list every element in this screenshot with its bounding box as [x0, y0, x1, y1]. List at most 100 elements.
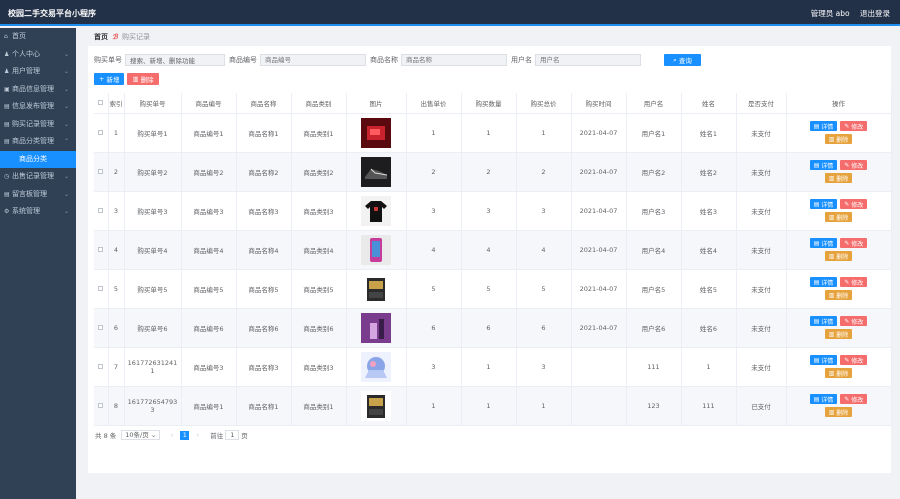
sidebar-item-8[interactable]: ◷ 出售记录管理 ⌄	[0, 168, 76, 186]
cell-time: 2021-04-07	[571, 113, 627, 153]
row-delete-button[interactable]: ▥ 删除	[824, 134, 853, 144]
breadcrumb-home[interactable]: 首页	[94, 33, 108, 41]
product-name-input[interactable]	[401, 54, 507, 66]
next-page-button[interactable]: ›	[193, 431, 202, 440]
cell-index: 3	[108, 191, 125, 231]
row-checkbox-cell	[94, 308, 109, 348]
goto-page-input[interactable]: 1	[225, 430, 240, 440]
cell-name: 商品名称3	[236, 347, 292, 387]
row-checkbox[interactable]	[98, 207, 104, 213]
column-header-6: 图片	[346, 93, 407, 114]
cell-code: 商品编号2	[181, 152, 237, 192]
detail-button[interactable]: ▤ 详情	[809, 160, 838, 170]
cell-qty: 5	[461, 269, 517, 309]
table-row: 8 1617726547933 商品编号1 商品名称1 商品类别1 1 1 1 123 111 已支…	[94, 386, 892, 426]
cell-operations: ▤ 详情 ✎ 修改 ▥ 删除	[786, 347, 892, 387]
page-size-select[interactable]: 10条/页 ⌄	[121, 430, 161, 440]
prev-page-button[interactable]: ‹	[167, 431, 176, 440]
sidebar-item-1[interactable]: ♟ 个人中心 ⌄	[0, 46, 76, 64]
product-code-input[interactable]	[260, 54, 366, 66]
column-header-8: 购买数量	[461, 93, 517, 114]
edit-button[interactable]: ✎ 修改	[840, 394, 868, 404]
sidebar-item-3[interactable]: ▣ 商品信息管理 ⌄	[0, 81, 76, 99]
sidebar-item-5[interactable]: ▤ 购买记录管理 ⌄	[0, 116, 76, 134]
row-delete-button[interactable]: ▥ 删除	[824, 173, 853, 183]
row-checkbox[interactable]	[98, 324, 104, 330]
detail-button[interactable]: ▤ 详情	[809, 121, 838, 131]
edit-button[interactable]: ✎ 修改	[840, 238, 868, 248]
row-actions: ▤ 详情 ✎ 修改 ▥ 删除	[789, 316, 889, 339]
edit-icon: ✎	[844, 317, 852, 325]
sidebar-item-2[interactable]: ♟ 用户管理 ⌄	[0, 63, 76, 81]
detail-button[interactable]: ▤ 详情	[809, 238, 838, 248]
username-input[interactable]	[535, 54, 641, 66]
cell-name: 商品名称1	[236, 386, 292, 426]
detail-button[interactable]: ▤ 详情	[809, 394, 838, 404]
edit-button[interactable]: ✎ 修改	[840, 121, 868, 131]
order-no-input[interactable]	[125, 54, 225, 66]
add-button[interactable]: + 新增	[94, 73, 125, 85]
edit-button[interactable]: ✎ 修改	[840, 316, 868, 326]
row-checkbox[interactable]	[98, 246, 104, 252]
content-panel: 购买单号 商品编号 商品名称 用户名 ⌕ 查询 + 新增 ▥ 删除	[88, 46, 892, 473]
page-number[interactable]: 1	[180, 430, 190, 440]
cell-qty: 1	[461, 347, 517, 387]
cell-real: 1	[681, 347, 737, 387]
detail-button[interactable]: ▤ 详情	[809, 316, 838, 326]
detail-button[interactable]: ▤ 详情	[809, 355, 838, 365]
sidebar-item-10[interactable]: ⚙ 系统管理 ⌄	[0, 203, 76, 221]
cell-total: 1	[516, 113, 572, 153]
cell-time: 2021-04-07	[571, 152, 627, 192]
sidebar-item-4[interactable]: ▤ 信息发布管理 ⌄	[0, 98, 76, 116]
row-delete-button[interactable]: ▥ 删除	[824, 290, 853, 300]
search-button[interactable]: ⌕ 查询	[664, 54, 701, 66]
logout-link[interactable]: 退出登录	[860, 9, 890, 18]
cell-order: 1617726547933	[124, 386, 182, 426]
bulk-delete-button[interactable]: ▥ 删除	[127, 73, 159, 85]
sidebar-item-7[interactable]: 商品分类	[0, 150, 76, 168]
row-checkbox[interactable]	[98, 168, 104, 174]
edit-button[interactable]: ✎ 修改	[840, 277, 868, 287]
trash-icon: ▥	[828, 174, 837, 182]
row-delete-button[interactable]: ▥ 删除	[824, 251, 853, 261]
cell-price: 4	[406, 230, 462, 270]
current-user: 管理员 abo	[810, 9, 850, 18]
edit-button[interactable]: ✎ 修改	[840, 355, 868, 365]
sidebar-item-0[interactable]: ⌂ 首页	[0, 28, 76, 46]
cell-code: 商品编号6	[181, 308, 237, 348]
cell-order: 购买单号5	[124, 269, 182, 309]
cell-operations: ▤ 详情 ✎ 修改 ▥ 删除	[786, 308, 892, 348]
row-checkbox[interactable]	[98, 402, 104, 408]
chevron-icon: ⌄	[63, 50, 69, 58]
column-header-7: 出售单价	[406, 93, 462, 114]
row-delete-button[interactable]: ▥ 删除	[824, 407, 853, 417]
row-checkbox[interactable]	[98, 285, 104, 291]
column-header-4: 商品名称	[236, 93, 292, 114]
row-actions-top: ▤ 详情 ✎ 修改	[809, 160, 868, 170]
edit-button[interactable]: ✎ 修改	[840, 199, 868, 209]
row-delete-button[interactable]: ▥ 删除	[824, 212, 853, 222]
cell-order: 1617726312411	[124, 347, 182, 387]
row-delete-button[interactable]: ▥ 删除	[824, 329, 853, 339]
document-icon: ▤	[813, 122, 822, 130]
cell-paid: 未支付	[736, 308, 787, 348]
sidebar-item-label: 首页	[12, 32, 26, 40]
column-header-1: 索引	[108, 93, 125, 114]
edit-button[interactable]: ✎ 修改	[840, 160, 868, 170]
cell-cat: 商品类别4	[291, 230, 347, 270]
row-actions: ▤ 详情 ✎ 修改 ▥ 删除	[789, 121, 889, 144]
select-all-checkbox[interactable]	[98, 99, 104, 105]
row-checkbox-cell	[94, 386, 109, 426]
detail-button[interactable]: ▤ 详情	[809, 277, 838, 287]
sidebar-item-9[interactable]: ▤ 留言板管理 ⌄	[0, 186, 76, 204]
column-header-0[interactable]	[94, 93, 109, 114]
detail-button[interactable]: ▤ 详情	[809, 199, 838, 209]
row-checkbox[interactable]	[98, 363, 104, 369]
edit-icon: ✎	[844, 278, 852, 286]
goto-unit: 页	[241, 432, 248, 440]
sidebar-item-6[interactable]: ▤ 商品分类管理 ⌃	[0, 133, 76, 151]
row-actions-top: ▤ 详情 ✎ 修改	[809, 316, 868, 326]
row-checkbox[interactable]	[98, 129, 104, 135]
row-delete-button[interactable]: ▥ 删除	[824, 368, 853, 378]
pagination: 共 8 条 10条/页 ⌄ ‹ 1 › 前往 1 页	[95, 430, 248, 440]
